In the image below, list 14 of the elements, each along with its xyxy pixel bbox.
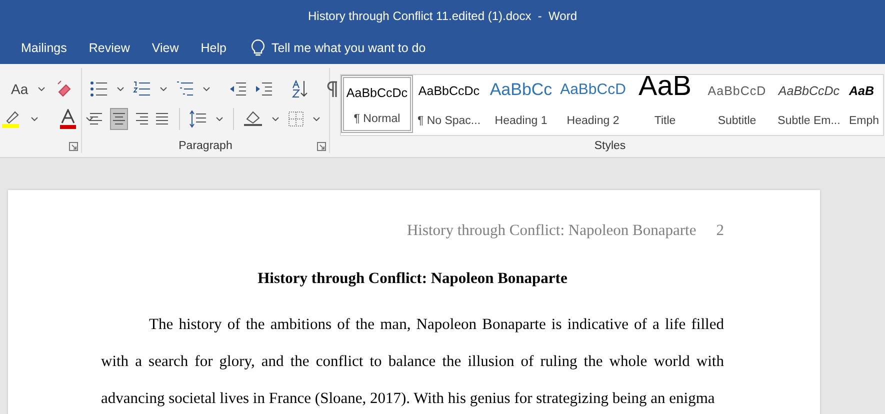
window-title: History through Conflict 11.edited (1).docx - Word [308, 9, 577, 23]
tell-me-search-field[interactable]: Tell me what you want to do [269, 40, 474, 56]
document-heading: History through Conflict: Napoleon Bonaparte [256, 270, 568, 288]
ribbon-tab[interactable]: View [140, 37, 190, 59]
page-header: History through Conflict: Napoleon Bonaparte [406, 222, 696, 240]
group-label: Styles [593, 140, 627, 152]
ribbon-tab[interactable]: Mailings [10, 37, 78, 59]
page-number: 2 [716, 222, 724, 240]
body-paragraph: The history of the ambitions of the man, Napoleon Bonaparte is indicative of a life filled with a search for glory, and the conflict to balance the illusion of ruling the whole world with advancing societal lives in France (Sloane, 2017). With his genius for strategizing being an enigma [101, 315, 724, 409]
change-case-button[interactable]: Aa [8, 79, 32, 99]
ribbon-tab[interactable]: Help [190, 37, 238, 59]
ribbon-tab[interactable]: Review [78, 37, 141, 59]
style-option[interactable]: AaBbCcDc ¶ Normal [341, 75, 413, 133]
group-label: Paragraph [178, 140, 234, 152]
